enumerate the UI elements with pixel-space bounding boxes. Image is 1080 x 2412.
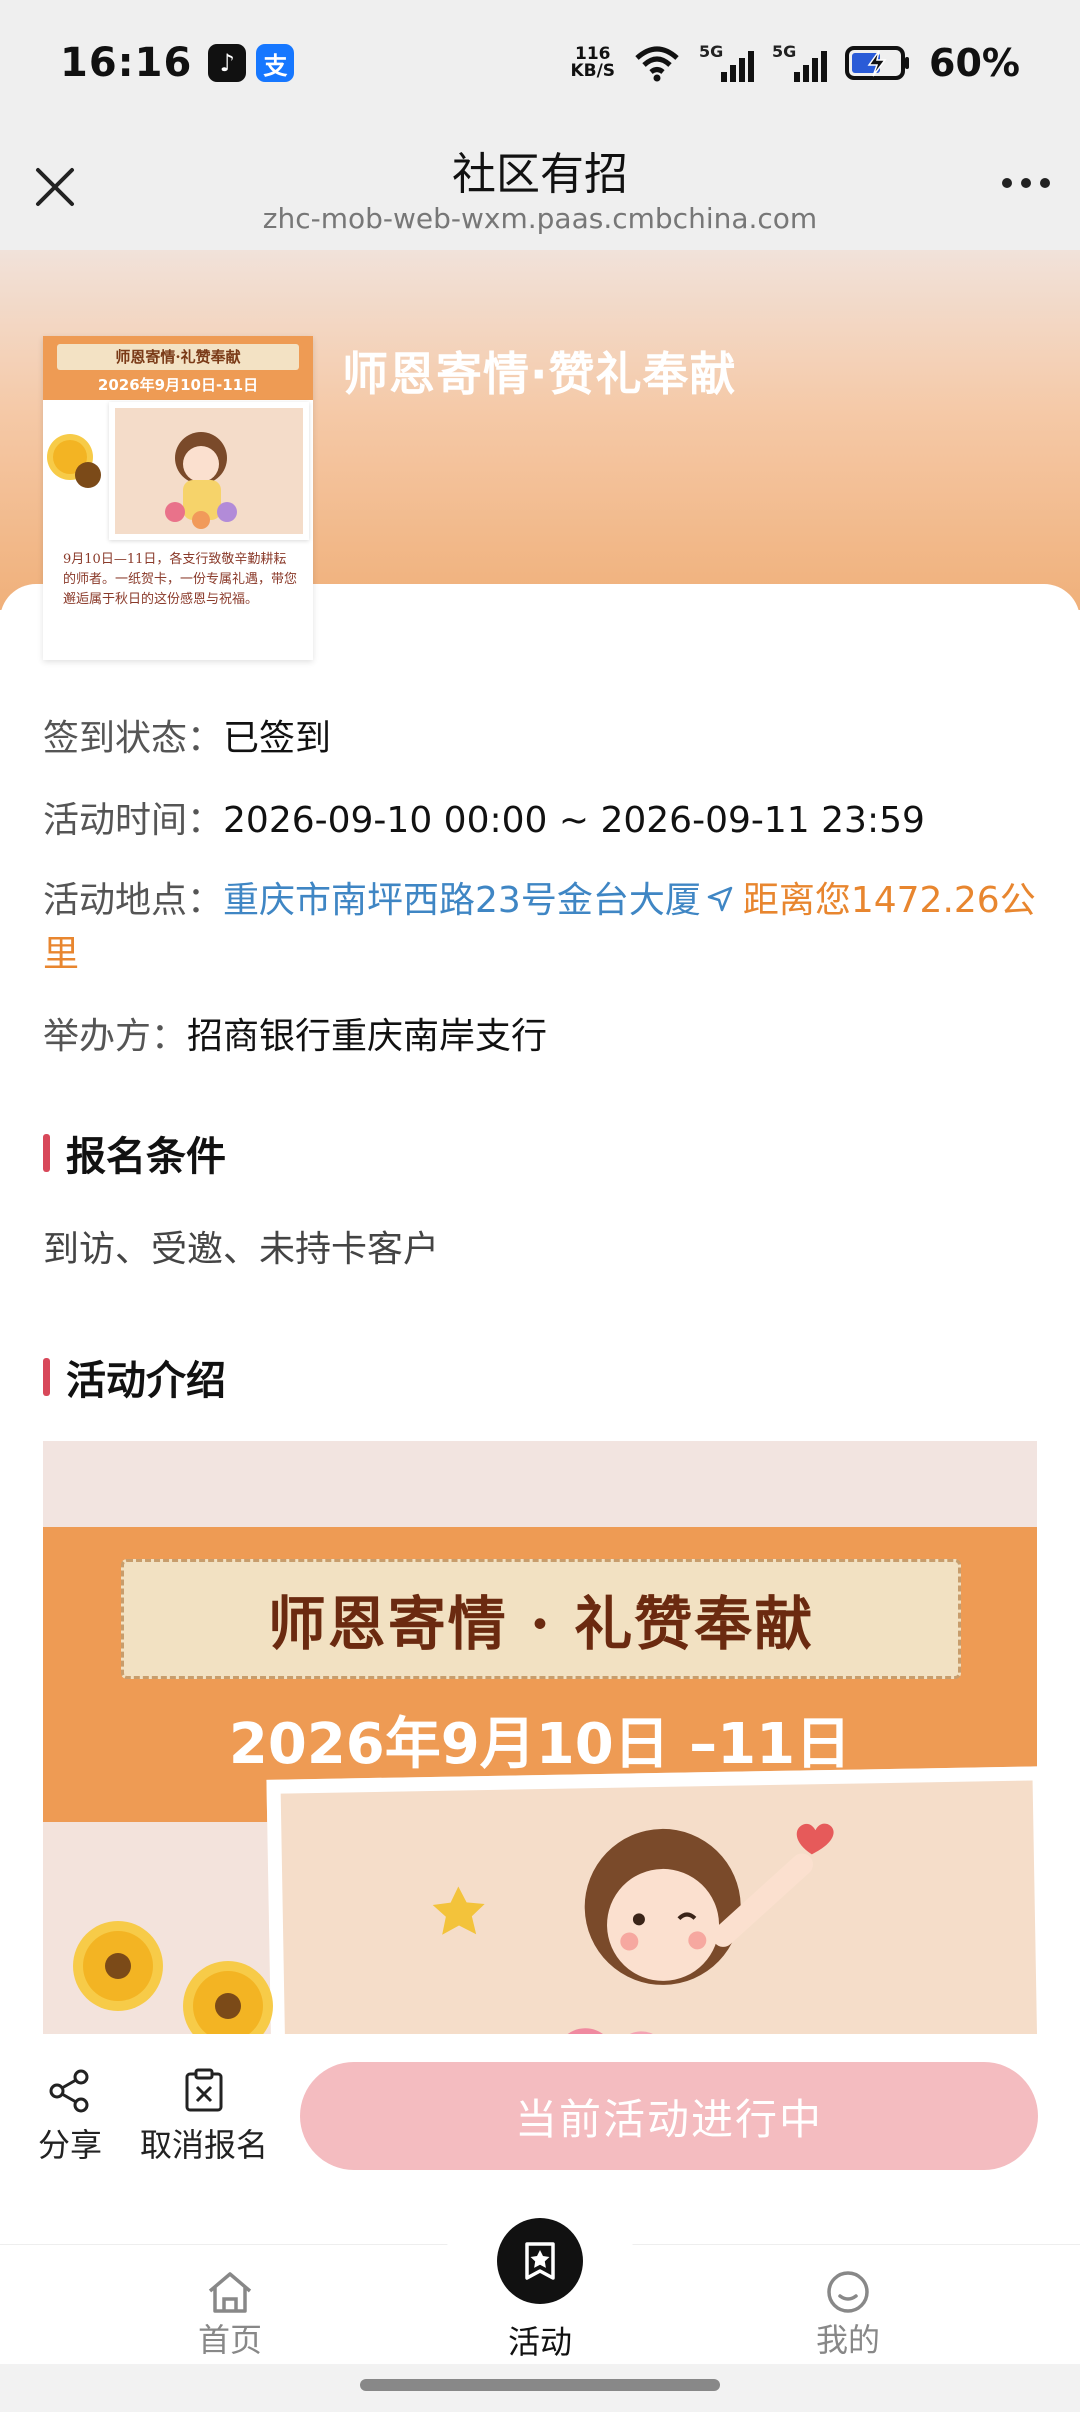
thumbnail-text: 9月10日—11日，各支行致敬辛勤耕耘的师者。一纸贺卡，一份专属礼遇，带您邂逅属… (63, 552, 298, 607)
cancel-label: 取消报名 (140, 2126, 269, 2164)
page: 16:16 ♪ 支 116 KB/S 5G 5G 60% 社区有招 zhc-mo… (0, 0, 1080, 2412)
home-indicator[interactable] (360, 2379, 720, 2391)
more-icon[interactable] (1002, 178, 1050, 188)
sunflower-icon (83, 1931, 153, 2001)
share-button[interactable]: 分享 (38, 2068, 102, 2166)
home-icon (208, 2272, 252, 2313)
activity-thumbnail[interactable]: 师恩寄情·礼赞奉献 2026年9月10日-11日 9月10日—11日，各支行致敬… (43, 336, 313, 660)
network-speed: 116 KB/S (570, 46, 615, 80)
time-value: 2026-09-10 00:00 ~ 2026-09-11 23:59 (223, 800, 925, 841)
girl-illustration-icon (432, 1823, 834, 2034)
signin-row: 签到状态：已签到 (43, 712, 331, 766)
intro-title: 活动介绍 (66, 1358, 226, 1404)
sunflower-icon (53, 440, 101, 488)
poster-banner: 师恩寄情 · 礼赞奉献 (121, 1559, 961, 1679)
page-url: zhc-mob-web-wxm.paas.cmbchina.com (262, 202, 818, 235)
speed-unit: KB/S (570, 61, 616, 81)
sunflower-icon (193, 1971, 263, 2034)
status-bar: 16:16 ♪ 支 116 KB/S 5G 5G 60% (0, 0, 1080, 126)
alipay-icon: 支 (256, 44, 295, 82)
star-badge-icon (525, 2242, 555, 2280)
intro-poster[interactable]: 师恩寄情 · 礼赞奉献 2026年9月10日 –11日 (43, 1441, 1037, 2034)
action-bar: 分享 取消报名 当前活动进行中 (0, 2034, 1080, 2224)
wifi-icon (635, 46, 679, 82)
organizer-row: 举办方：招商银行重庆南岸支行 (43, 1010, 547, 1064)
signin-label: 签到状态： (43, 718, 224, 759)
location-label: 活动地点： (43, 880, 224, 921)
thumbnail-banner: 师恩寄情·礼赞奉献 (57, 344, 299, 370)
battery-icon (845, 46, 910, 80)
thumbnail-date: 2026年9月10日-11日 (97, 376, 259, 394)
share-label: 分享 (38, 2126, 103, 2164)
activity-title: 师恩寄情·赞礼奉献 (342, 347, 737, 401)
tab-mine[interactable]: 我的 (816, 2269, 880, 2361)
organizer-label: 举办方： (43, 1016, 188, 1057)
status-time: 16:16 (60, 40, 193, 86)
conditions-heading: 报名条件 (43, 1124, 226, 1182)
signal-icon: 5G (699, 42, 755, 82)
title-bar: 社区有招 zhc-mob-web-wxm.paas.cmbchina.com (0, 126, 1080, 250)
intro-heading: 活动介绍 (43, 1348, 226, 1406)
network-label-2: 5G (772, 42, 797, 61)
poster-photo (266, 1766, 1037, 2034)
conditions-value: 到访、受邀、未持卡客户 (43, 1229, 440, 1270)
location-row: 活动地点：重庆市南坪西路23号金台大厦 距离您1472.26公里 (43, 874, 1043, 982)
navigate-icon[interactable] (705, 884, 735, 914)
conditions-title: 报名条件 (66, 1134, 226, 1180)
signal-icon-2: 5G (772, 42, 828, 82)
tab-mine-label: 我的 (816, 2321, 881, 2359)
section-marker (43, 1358, 50, 1396)
cancel-registration-button[interactable]: 取消报名 (140, 2068, 268, 2166)
tab-activity[interactable]: 活动 (508, 2317, 572, 2363)
girl-illustration-icon (165, 432, 237, 529)
section-marker (43, 1134, 50, 1172)
tab-activity-label: 活动 (508, 2323, 573, 2361)
share-icon (49, 2069, 89, 2113)
organizer-value: 招商银行重庆南岸支行 (187, 1016, 548, 1057)
time-label: 活动时间： (43, 800, 224, 841)
network-label-1: 5G (699, 42, 724, 61)
tab-home[interactable]: 首页 (198, 2269, 262, 2361)
location-link[interactable]: 重庆市南坪西路23号金台大厦 (223, 880, 701, 921)
time-row: 活动时间：2026-09-10 00:00 ~ 2026-09-11 23:59 (43, 794, 925, 848)
smile-icon (827, 2271, 869, 2313)
activity-tab-icon[interactable] (497, 2218, 583, 2304)
poster-date: 2026年9月10日 –11日 (228, 1712, 852, 1777)
page-title: 社区有招 (452, 149, 628, 200)
thumbnail-photo (109, 402, 309, 540)
tab-home-label: 首页 (198, 2321, 263, 2359)
signin-value: 已签到 (223, 718, 332, 759)
poster-top (43, 1441, 1037, 1527)
tiktok-icon: ♪ (208, 44, 247, 82)
battery-level: 60% (929, 41, 1020, 85)
activity-status-button[interactable]: 当前活动进行中 (300, 2062, 1038, 2170)
cancel-clipboard-icon (185, 2068, 223, 2112)
